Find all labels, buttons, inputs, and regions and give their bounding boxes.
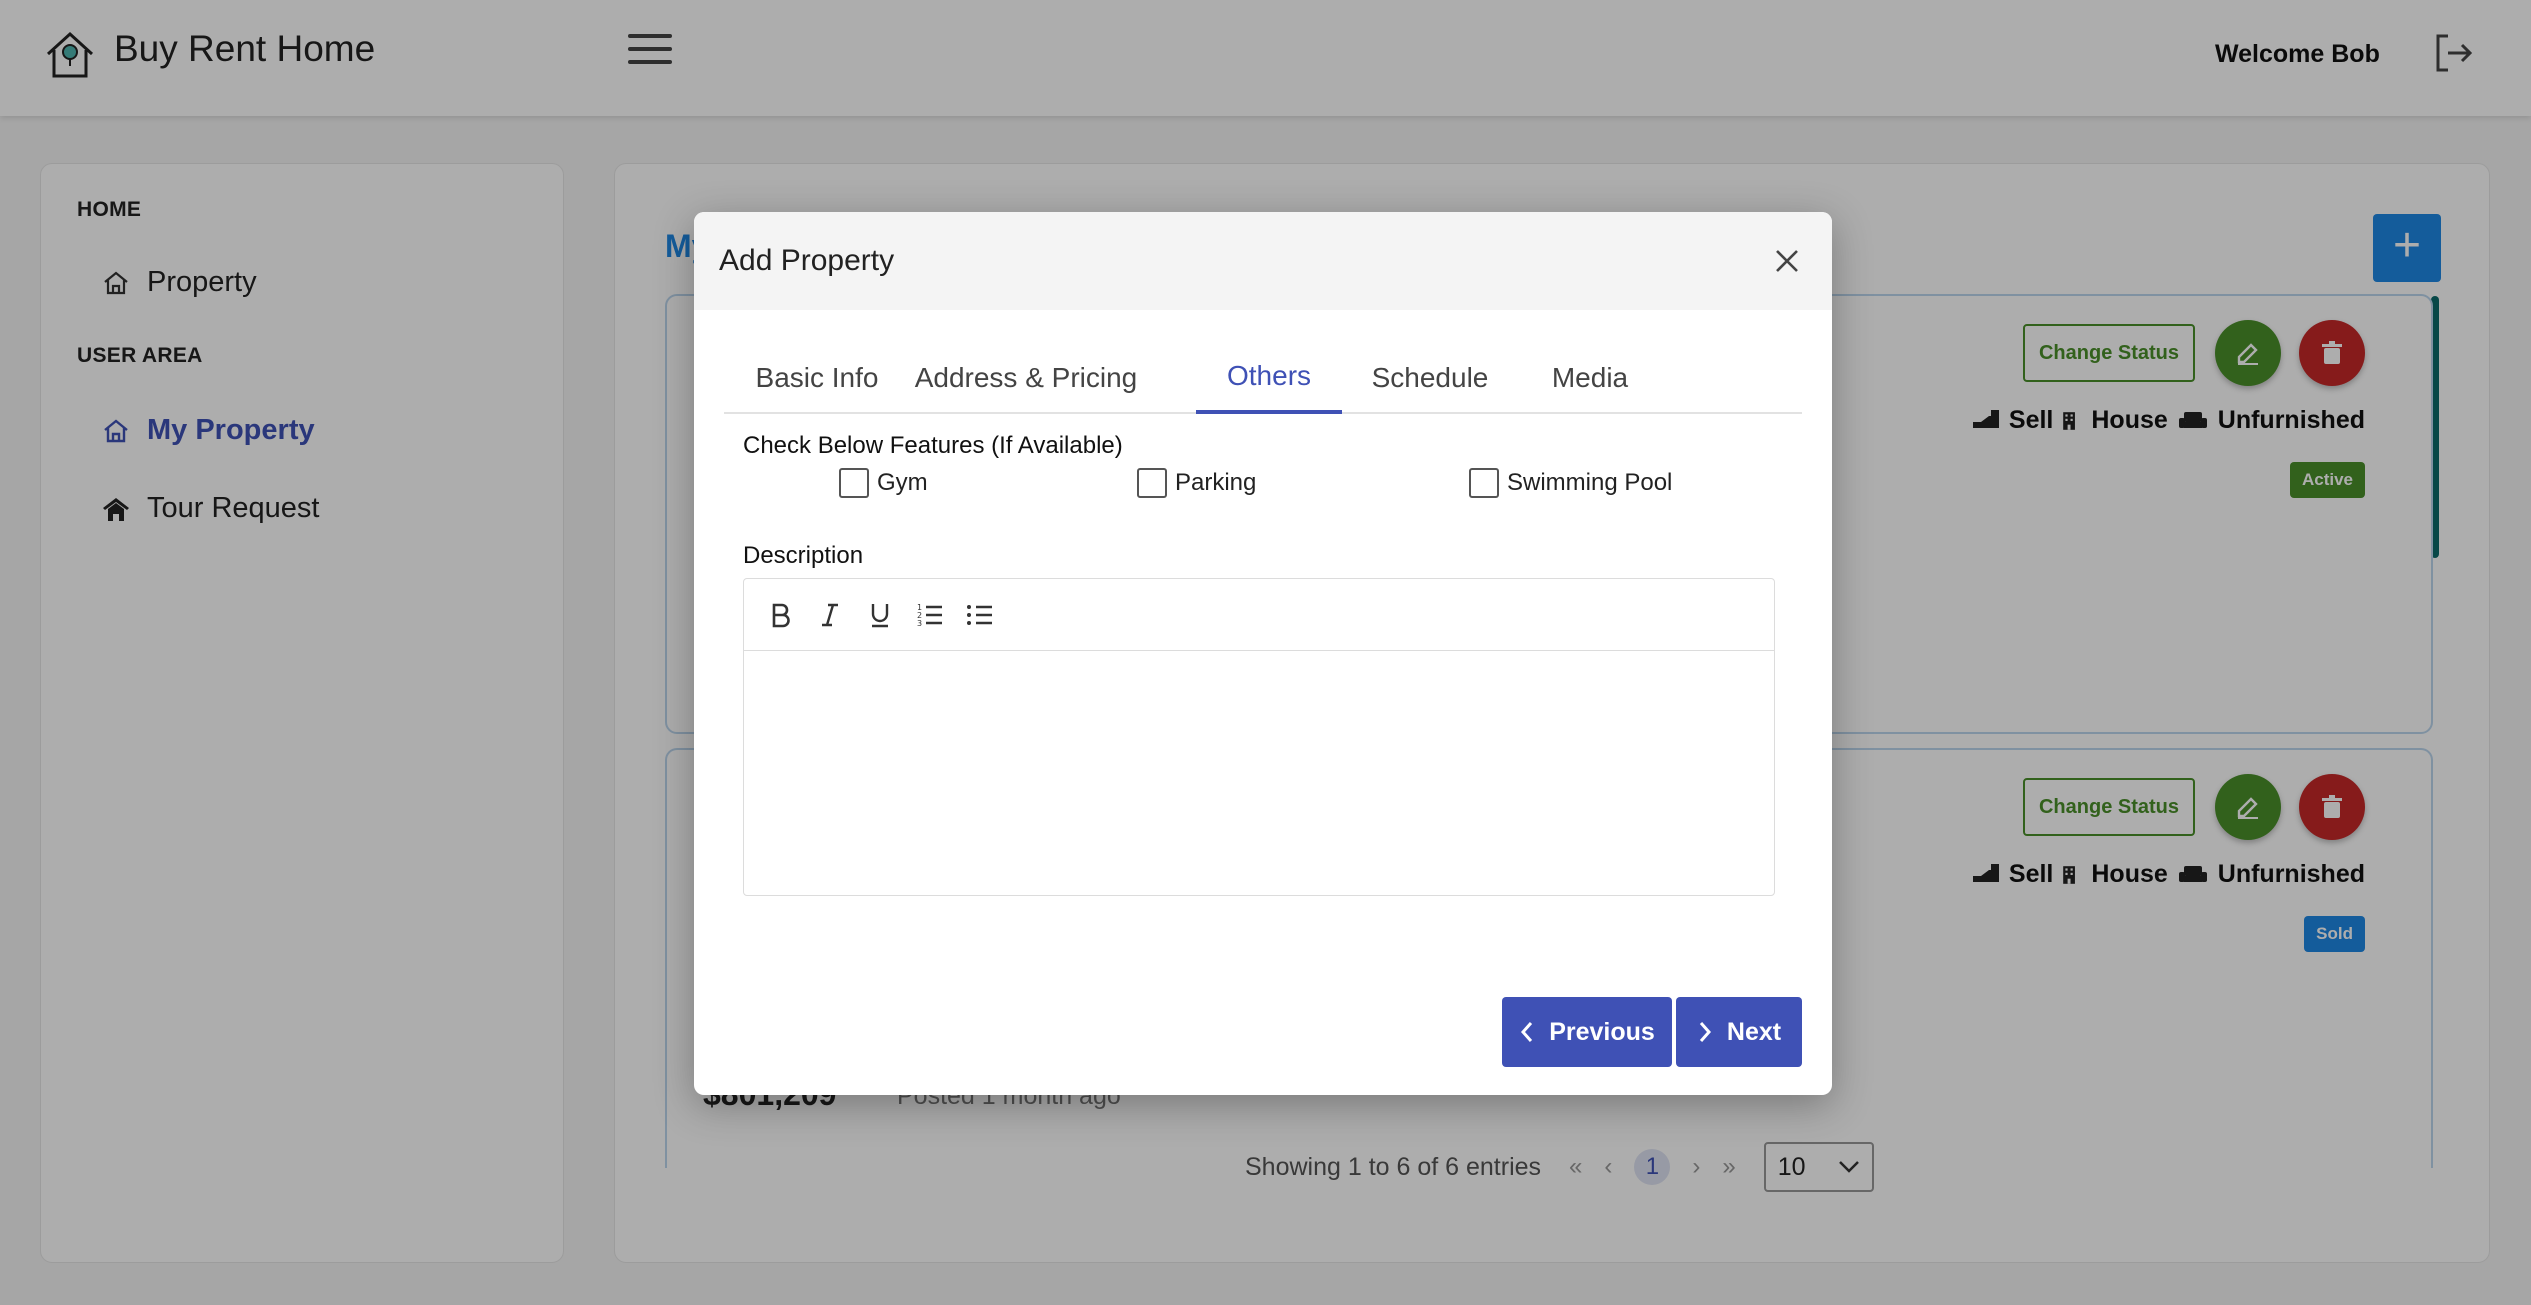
checkbox-label: Parking xyxy=(1175,469,1257,496)
editor-toolbar: 123 xyxy=(744,579,1774,651)
description-editor: 123 xyxy=(743,578,1775,896)
tab-media[interactable]: Media xyxy=(1518,342,1662,414)
features-label: Check Below Features (If Available) xyxy=(743,432,1123,459)
description-label: Description xyxy=(743,542,864,569)
svg-text:3: 3 xyxy=(917,619,922,628)
checkbox-box[interactable] xyxy=(839,468,869,498)
checkbox-box[interactable] xyxy=(1137,468,1167,498)
previous-button[interactable]: Previous xyxy=(1502,997,1672,1067)
bullet-list-icon[interactable] xyxy=(966,601,994,629)
tab-others[interactable]: Others xyxy=(1196,342,1342,414)
checkbox-label: Swimming Pool xyxy=(1507,469,1673,496)
feature-parking-checkbox[interactable]: Parking xyxy=(1137,468,1256,498)
checkbox-box[interactable] xyxy=(1469,468,1499,498)
bold-icon[interactable] xyxy=(766,601,794,629)
modal-title: Add Property xyxy=(719,244,895,277)
close-icon[interactable] xyxy=(1772,246,1802,276)
next-button[interactable]: Next xyxy=(1676,997,1802,1067)
modal-header: Add Property xyxy=(694,212,1832,310)
tab-schedule[interactable]: Schedule xyxy=(1342,342,1518,414)
checkbox-label: Gym xyxy=(877,469,928,496)
ordered-list-icon[interactable]: 123 xyxy=(916,601,944,629)
tab-bar: Basic Info Address & Pricing Others Sche… xyxy=(724,342,1802,414)
next-label: Next xyxy=(1726,1017,1782,1046)
tab-basic-info[interactable]: Basic Info xyxy=(724,342,910,414)
italic-icon[interactable] xyxy=(816,601,844,629)
chevron-right-icon xyxy=(1699,1022,1711,1042)
description-textarea[interactable] xyxy=(744,651,1774,895)
underline-icon[interactable] xyxy=(866,601,894,629)
previous-label: Previous xyxy=(1549,1017,1655,1046)
chevron-left-icon xyxy=(1521,1022,1533,1042)
tab-address-pricing[interactable]: Address & Pricing xyxy=(910,342,1142,414)
feature-gym-checkbox[interactable]: Gym xyxy=(839,468,928,498)
feature-swimming-pool-checkbox[interactable]: Swimming Pool xyxy=(1469,468,1672,498)
add-property-modal: Add Property Basic Info Address & Pricin… xyxy=(694,212,1832,1095)
